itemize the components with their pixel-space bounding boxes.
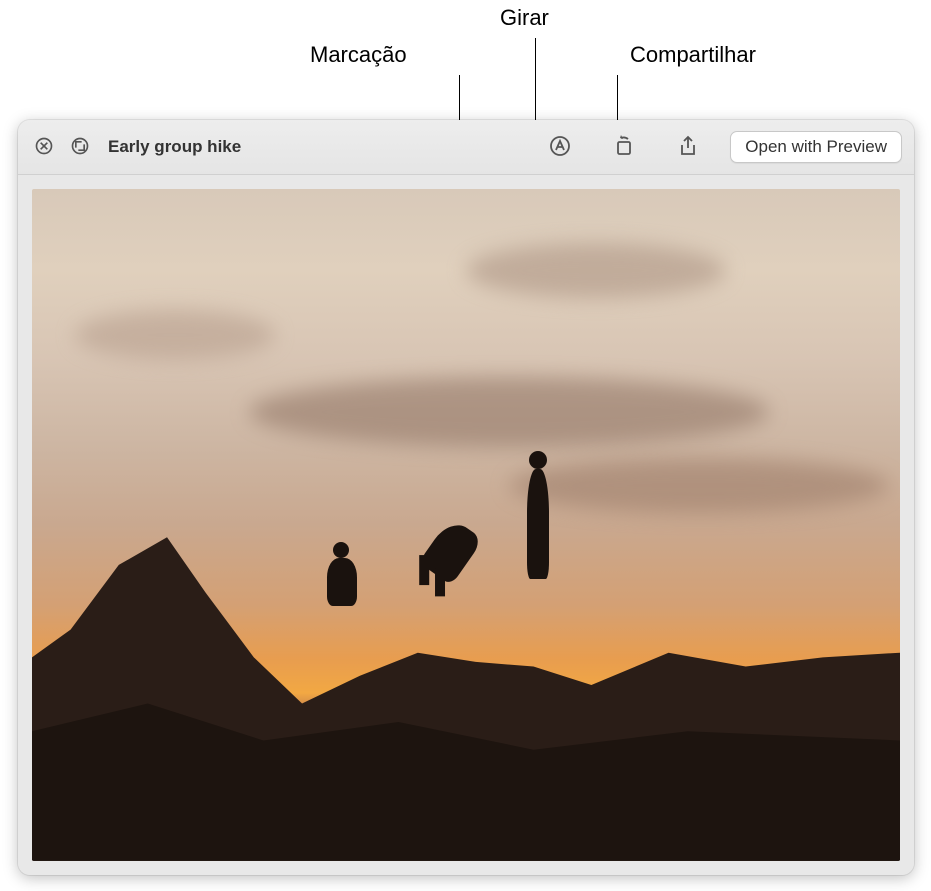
image-content[interactable] <box>32 189 900 861</box>
cloud <box>75 310 275 360</box>
annotation-markup-label: Marcação <box>310 42 407 68</box>
annotation-share-label: Compartilhar <box>630 42 756 68</box>
toolbar: Early group hike <box>18 120 914 175</box>
full-screen-icon <box>70 136 90 159</box>
toolbar-actions: Open with Preview <box>538 129 902 165</box>
person-silhouette <box>527 469 549 579</box>
window-title: Early group hike <box>108 137 241 157</box>
quicklook-window: Early group hike <box>18 120 914 875</box>
markup-icon <box>548 134 572 161</box>
annotation-layer: Marcação Girar Compartilhar <box>0 0 931 120</box>
close-button[interactable] <box>30 133 58 161</box>
image-viewport <box>18 175 914 875</box>
full-screen-button[interactable] <box>66 133 94 161</box>
cloud <box>249 377 769 447</box>
rotate-icon <box>612 134 636 161</box>
cloud <box>466 243 726 298</box>
rotate-button[interactable] <box>602 129 646 165</box>
annotation-rotate-label: Girar <box>500 5 549 31</box>
open-with-preview-button[interactable]: Open with Preview <box>730 131 902 163</box>
share-icon <box>676 134 700 161</box>
close-icon <box>34 136 54 159</box>
markup-button[interactable] <box>538 129 582 165</box>
share-button[interactable] <box>666 129 710 165</box>
person-silhouette <box>327 558 357 606</box>
